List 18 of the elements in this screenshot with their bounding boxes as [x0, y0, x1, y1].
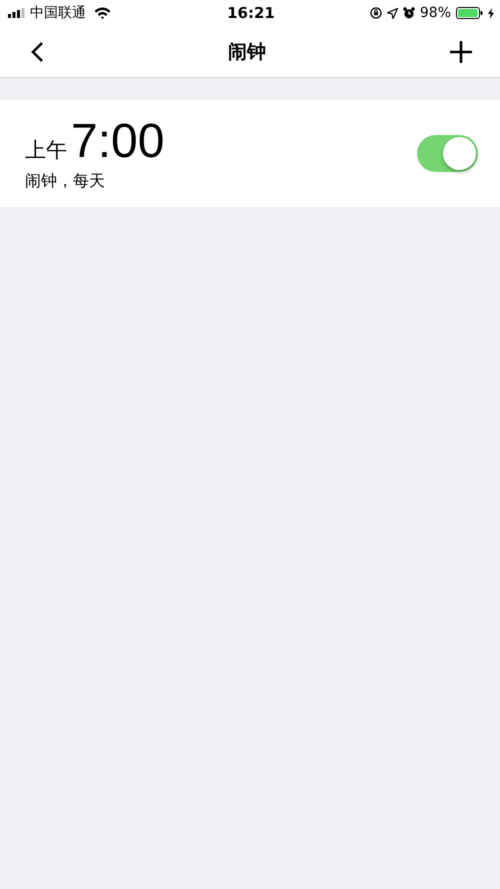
location-icon: [386, 8, 398, 18]
back-icon[interactable]: [30, 40, 44, 62]
rotation-lock-icon: [370, 7, 382, 19]
add-icon[interactable]: [450, 40, 472, 62]
carrier-name: 中国联通: [30, 4, 86, 22]
alarm-period: 上午: [25, 137, 67, 164]
alarm-time: 7:00: [71, 115, 164, 169]
battery-percent: 98%: [420, 5, 451, 21]
alarm-row[interactable]: 上午 7:00 闹钟，每天: [0, 100, 500, 207]
charging-icon: [488, 8, 494, 18]
page-title: 闹钟: [228, 40, 266, 64]
wifi-icon: [94, 7, 111, 19]
alarm-icon: [402, 7, 415, 19]
alarm-label: 闹钟，每天: [25, 171, 106, 192]
toggle-switch[interactable]: [417, 135, 478, 172]
status-time: 16:21: [227, 4, 275, 22]
signal-icon: [8, 8, 26, 18]
battery-icon: [456, 7, 483, 19]
